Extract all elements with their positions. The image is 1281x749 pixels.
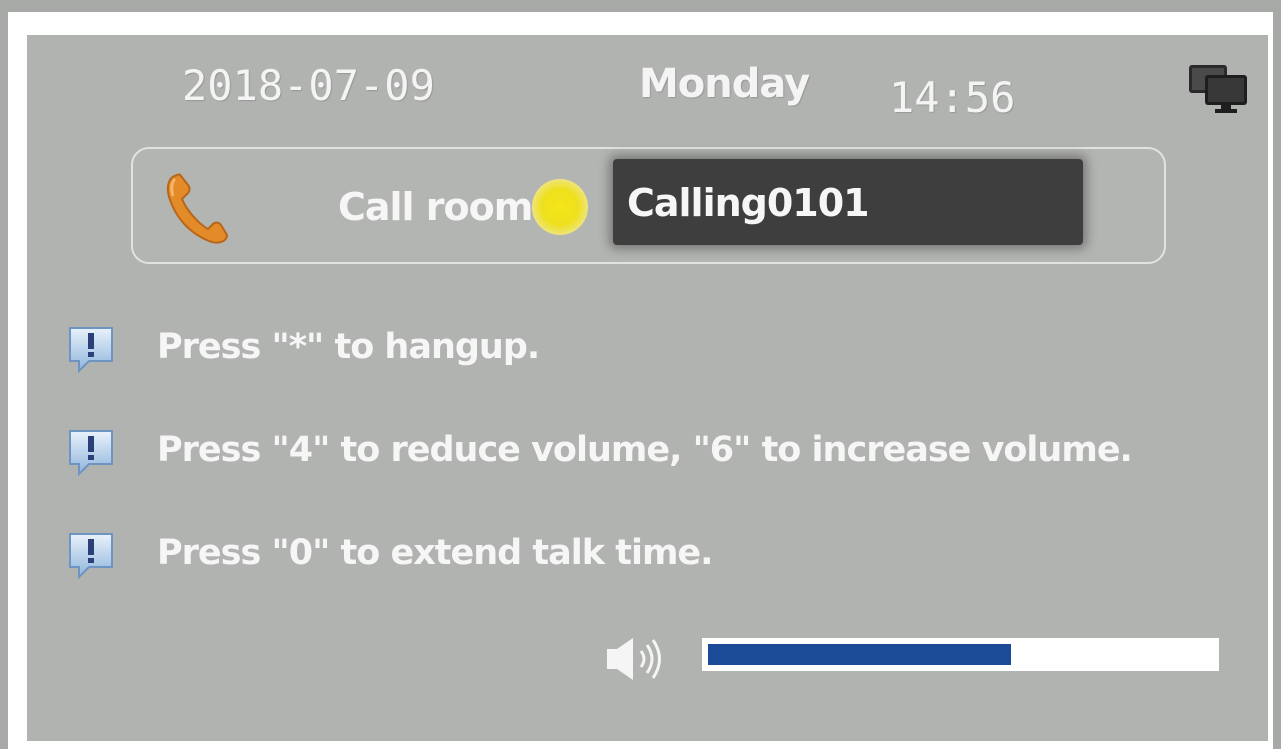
volume-level-fill bbox=[708, 644, 1011, 665]
volume-bar[interactable] bbox=[702, 638, 1219, 671]
call-status-field: Calling0101 bbox=[613, 159, 1083, 245]
time-display: 14:56 bbox=[889, 73, 1016, 122]
phone-handset-icon bbox=[163, 169, 231, 247]
exclamation-bubble-icon bbox=[67, 428, 115, 480]
status-indicator-icon bbox=[532, 179, 588, 235]
speaker-icon bbox=[605, 635, 669, 683]
hint-item-volume: Press "4" to reduce volume, "6" to incre… bbox=[67, 428, 1167, 488]
hint-text: Press "4" to reduce volume, "6" to incre… bbox=[157, 430, 1133, 470]
call-status-text: Calling0101 bbox=[627, 181, 870, 225]
hint-text: Press "0" to extend talk time. bbox=[157, 533, 713, 573]
call-status-bar: Call room Calling0101 bbox=[131, 147, 1166, 264]
date-display: 2018-07-09 bbox=[182, 61, 435, 110]
exclamation-bubble-icon bbox=[67, 531, 115, 583]
hint-item-hangup: Press "*" to hangup. bbox=[67, 325, 1167, 385]
intercom-screen: 2018-07-09 Monday 14:56 Call room Callin… bbox=[27, 35, 1268, 741]
exclamation-bubble-icon bbox=[67, 325, 115, 377]
hint-item-extend: Press "0" to extend talk time. bbox=[67, 531, 1167, 591]
call-room-label: Call room bbox=[338, 185, 533, 229]
hint-text: Press "*" to hangup. bbox=[157, 327, 540, 367]
monitor-icon[interactable] bbox=[1187, 61, 1251, 115]
day-display: Monday bbox=[639, 61, 810, 107]
